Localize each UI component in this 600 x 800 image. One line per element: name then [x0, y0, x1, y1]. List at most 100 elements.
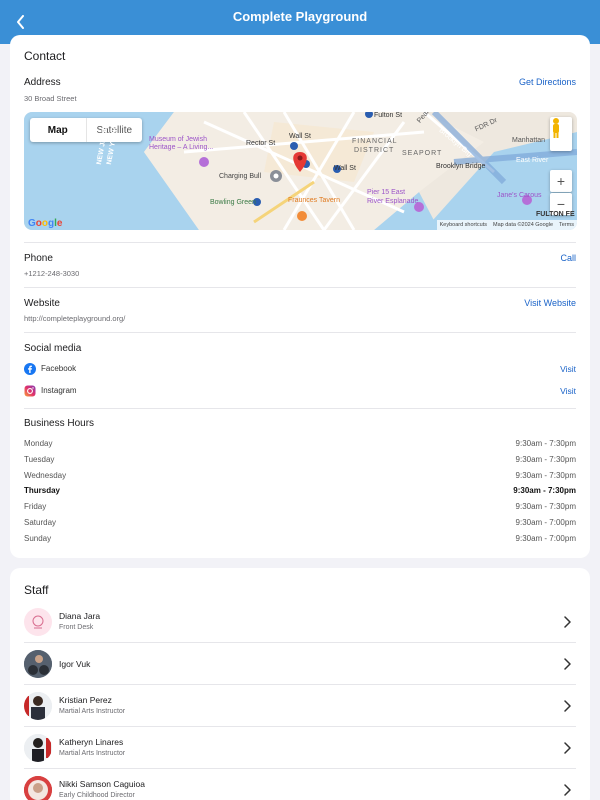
hours-row: Wednesday 9:30am - 7:30pm — [24, 471, 576, 483]
map-label: FULTON FE — [536, 211, 575, 218]
staff-card: Staff Diana Jara Front Desk Igor Vuk Kri… — [10, 568, 590, 800]
call-link[interactable]: Call — [560, 253, 576, 263]
divider — [24, 287, 576, 288]
map-label: Charging Bull — [219, 173, 262, 180]
business-hours-label: Business Hours — [24, 418, 95, 429]
map-type-toggle: Map Satellite — [30, 118, 142, 142]
staff-role: Early Childhood Director — [59, 792, 135, 799]
map-label: Fraunces Tavern — [288, 197, 341, 204]
divider — [24, 332, 576, 333]
website-value: http://completeplayground.org/ — [24, 314, 126, 323]
hours-time: 9:30am - 7:00pm — [515, 518, 576, 527]
hours-time: 9:30am - 7:30pm — [515, 471, 576, 480]
staff-role: Martial Arts Instructor — [59, 750, 126, 757]
hours-time: 9:30am - 7:30pm — [513, 486, 576, 495]
hours-row: Friday 9:30am - 7:30pm — [24, 502, 576, 514]
avatar — [24, 650, 52, 678]
hours-row: Monday 9:30am - 7:30pm — [24, 439, 576, 451]
avatar-photo — [24, 692, 52, 720]
facebook-visit-link[interactable]: Visit — [560, 364, 576, 374]
staff-row[interactable]: Diana Jara Front Desk — [24, 601, 576, 643]
address-label: Address — [24, 77, 61, 88]
chevron-right-icon — [564, 742, 571, 754]
map-label: Bowling Green — [210, 199, 256, 206]
hours-row: Saturday 9:30am - 7:00pm — [24, 518, 576, 530]
hours-day: Friday — [24, 502, 47, 511]
contact-card: Contact Address 30 Broad Street Get Dire… — [10, 35, 590, 558]
page-title: Complete Playground — [232, 9, 368, 24]
avatar — [24, 734, 52, 762]
plus-icon: + — [556, 173, 566, 189]
chevron-right-icon — [564, 700, 571, 712]
map-label: SEAPORT — [402, 150, 443, 157]
instagram-visit-link[interactable]: Visit — [560, 386, 576, 396]
social-name: Instagram — [41, 386, 77, 395]
hours-time: 9:30am - 7:30pm — [515, 502, 576, 511]
social-row-facebook: Facebook Visit — [24, 363, 576, 377]
staff-name: Diana Jara — [59, 611, 101, 621]
map-label: Brooklyn Bridge — [436, 163, 486, 170]
hours-time: 9:30am - 7:00pm — [515, 534, 576, 543]
hours-time: 9:30am - 7:30pm — [515, 455, 576, 464]
hours-day: Wednesday — [24, 471, 67, 480]
staff-name: Katheryn Linares — [59, 737, 124, 747]
hours-row: Sunday 9:30am - 7:00pm — [24, 534, 576, 546]
staff-name: Kristian Perez — [59, 695, 112, 705]
contact-section-title: Contact — [24, 49, 66, 63]
hours-time: 9:30am - 7:30pm — [515, 439, 576, 448]
terms-link[interactable]: Terms — [559, 222, 574, 228]
staff-name: Igor Vuk — [59, 659, 91, 669]
hours-day: Thursday — [24, 486, 61, 495]
map-tab[interactable]: Map — [30, 118, 86, 142]
zoom-in-button[interactable]: + — [550, 170, 572, 192]
social-name: Facebook — [41, 364, 77, 373]
keyboard-shortcuts-link[interactable]: Keyboard shortcuts — [440, 222, 487, 228]
staff-row[interactable]: Kristian Perez Martial Arts Instructor — [24, 685, 576, 727]
hours-day: Sunday — [24, 534, 52, 543]
staff-row[interactable]: Katheryn Linares Martial Arts Instructor — [24, 727, 576, 769]
staff-role: Martial Arts Instructor — [59, 708, 126, 715]
logo-icon — [32, 615, 44, 629]
staff-row[interactable]: Nikki Samson Caguioa Early Childhood Dir… — [24, 769, 576, 800]
chevron-right-icon — [564, 784, 571, 796]
map-label: River Esplanade — [367, 198, 419, 205]
hours-day: Tuesday — [24, 455, 55, 464]
hours-row-today: Thursday 9:30am - 7:30pm — [24, 486, 576, 498]
instagram-icon — [24, 385, 36, 397]
avatar-photo — [24, 734, 52, 762]
google-logo: Google — [28, 218, 63, 229]
map-label: Rector St — [246, 140, 276, 147]
divider — [24, 242, 576, 243]
hours-day: Saturday — [24, 518, 57, 527]
map-label: DISTRICT — [354, 147, 395, 154]
chevron-right-icon — [564, 658, 571, 670]
avatar-photo — [24, 776, 52, 800]
hours-row: Tuesday 9:30am - 7:30pm — [24, 455, 576, 467]
map-label: Fulton St — [374, 112, 403, 119]
visit-website-link[interactable]: Visit Website — [524, 298, 576, 308]
minus-icon: − — [556, 196, 566, 212]
phone-value: +1212-248-3030 — [24, 269, 80, 278]
map-label: Museum of Jewish — [149, 136, 207, 143]
divider — [24, 408, 576, 409]
map-label: Wall St — [334, 165, 356, 172]
staff-role: Front Desk — [59, 624, 94, 631]
staff-section-title: Staff — [24, 583, 49, 597]
map-label: Jane's Carous — [497, 192, 542, 199]
map-label: Heritage – A Living... — [149, 144, 214, 151]
map-label: East River — [516, 157, 549, 164]
map-footer: Keyboard shortcuts Map data ©2024 Google… — [436, 220, 577, 230]
staff-row[interactable]: Igor Vuk — [24, 643, 576, 685]
map-label: FINANCIAL — [352, 138, 398, 145]
website-label: Website — [24, 298, 60, 309]
map-label: Manhattan — [512, 137, 546, 144]
get-directions-link[interactable]: Get Directions — [519, 77, 576, 87]
avatar — [24, 608, 52, 636]
social-media-label: Social media — [24, 343, 82, 354]
chevron-right-icon — [564, 616, 571, 628]
street-view-button[interactable] — [550, 117, 572, 151]
avatar-photo — [24, 650, 52, 678]
map-view[interactable]: Map Satellite + − Museum of Jewish Herit… — [24, 112, 577, 230]
facebook-icon — [24, 363, 36, 375]
hours-day: Monday — [24, 439, 53, 448]
